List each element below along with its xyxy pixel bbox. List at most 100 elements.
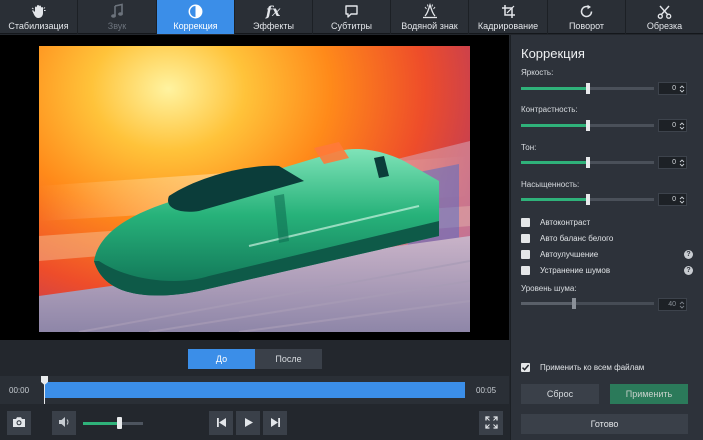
brightness-value-field[interactable]: 0 xyxy=(658,82,687,95)
check-label: Устранение шумов xyxy=(540,266,611,275)
spin-value: 0 xyxy=(672,122,676,129)
check-label: Применить ко всем файлам xyxy=(540,363,645,372)
tool-watermark[interactable]: Водяной знак xyxy=(391,0,469,34)
auto-white-balance-checkbox[interactable] xyxy=(521,234,530,243)
tool-audio[interactable]: Звук xyxy=(78,0,157,34)
spin-arrows-icon[interactable] xyxy=(678,158,685,168)
tool-rotate[interactable]: Поворот xyxy=(548,0,626,34)
spin-value: 0 xyxy=(672,159,676,166)
slider-knob[interactable] xyxy=(586,120,590,131)
spin-arrows-icon[interactable] xyxy=(678,195,685,205)
slider-knob[interactable] xyxy=(586,83,590,94)
crop-icon xyxy=(501,2,516,20)
play-button[interactable] xyxy=(236,411,260,435)
tool-subtitles[interactable]: Субтитры xyxy=(313,0,391,34)
auto-contrast-checkbox[interactable] xyxy=(521,218,530,227)
tool-label: Субтитры xyxy=(330,21,372,31)
help-icon[interactable]: ? xyxy=(684,250,693,259)
watermark-icon xyxy=(422,2,438,20)
brightness-label: Яркость: xyxy=(521,68,554,77)
slider-knob[interactable] xyxy=(586,194,590,205)
slider-fill xyxy=(521,302,574,305)
current-time: 00:00 xyxy=(9,386,30,395)
tool-label: Обрезка xyxy=(646,21,683,31)
slider-fill xyxy=(521,87,588,90)
spin-arrows-icon[interactable] xyxy=(678,121,685,131)
auto-enhance-checkbox[interactable] xyxy=(521,250,530,259)
hue-slider[interactable] xyxy=(521,157,654,168)
spin-arrows-icon[interactable] xyxy=(678,300,685,310)
before-button[interactable]: До xyxy=(188,349,255,369)
tool-label: Кадрирование xyxy=(477,21,539,31)
check-label: Автоконтраст xyxy=(540,218,591,227)
volume-slider[interactable] xyxy=(83,417,143,429)
slider-knob[interactable] xyxy=(586,157,590,168)
panel-title: Коррекция xyxy=(521,46,585,61)
apply-to-all-checkbox[interactable] xyxy=(521,363,530,372)
tool-correction[interactable]: Коррекция xyxy=(157,0,235,34)
next-frame-button[interactable] xyxy=(263,411,287,435)
help-icon[interactable]: ? xyxy=(684,266,693,275)
camera-icon xyxy=(12,416,26,430)
denoise-option[interactable]: Устранение шумов xyxy=(521,265,610,276)
apply-to-all-option[interactable]: Применить ко всем файлам xyxy=(521,363,644,372)
tool-stabilization[interactable]: Стабилизация xyxy=(0,0,78,34)
playback-controls xyxy=(0,404,509,440)
toolbar: Стабилизация Звук Коррекция fx Эффекты С… xyxy=(0,0,703,34)
speech-bubble-icon xyxy=(344,2,359,20)
saturation-value-field[interactable]: 0 xyxy=(658,193,687,206)
reset-button[interactable]: Сброс xyxy=(521,384,599,404)
volume-level xyxy=(83,422,119,425)
playhead-handle[interactable] xyxy=(41,376,48,404)
noise-level-slider[interactable] xyxy=(521,298,654,309)
correction-panel: Коррекция Яркость: 0 Контрастность: 0 То… xyxy=(510,35,703,440)
previous-frame-button[interactable] xyxy=(209,411,233,435)
after-button[interactable]: После xyxy=(255,349,322,369)
denoise-checkbox[interactable] xyxy=(521,266,530,275)
tool-trim[interactable]: Обрезка xyxy=(626,0,703,34)
rotate-icon xyxy=(579,2,594,20)
checkmark-icon xyxy=(521,364,530,371)
slider-fill xyxy=(521,161,588,164)
svg-text:fx: fx xyxy=(265,4,281,19)
tool-label: Звук xyxy=(107,21,127,31)
video-frame xyxy=(39,46,470,332)
auto-white-balance-option[interactable]: Авто баланс белого xyxy=(521,233,613,244)
brightness-slider[interactable] xyxy=(521,83,654,94)
volume-knob[interactable] xyxy=(117,417,122,429)
saturation-slider[interactable] xyxy=(521,194,654,205)
play-icon xyxy=(243,417,254,430)
tool-label: Стабилизация xyxy=(8,21,69,31)
auto-enhance-option[interactable]: Автоулучшение xyxy=(521,249,598,260)
tool-label: Водяной знак xyxy=(401,21,458,31)
tool-label: Коррекция xyxy=(173,21,218,31)
auto-contrast-option[interactable]: Автоконтраст xyxy=(521,217,590,228)
contrast-value-field[interactable]: 0 xyxy=(658,119,687,132)
fullscreen-icon xyxy=(484,415,498,431)
fullscreen-button[interactable] xyxy=(479,411,503,435)
train-image xyxy=(39,141,470,332)
tool-effects[interactable]: fx Эффекты xyxy=(235,0,313,34)
tool-label: Эффекты xyxy=(253,21,294,31)
spin-value: 0 xyxy=(672,85,676,92)
noise-level-value-field[interactable]: 40 xyxy=(658,298,687,311)
contrast-slider[interactable] xyxy=(521,120,654,131)
check-label: Автоулучшение xyxy=(540,250,599,259)
contrast-label: Контрастность: xyxy=(521,105,578,114)
volume-button[interactable] xyxy=(52,411,76,435)
noise-level-label: Уровень шума: xyxy=(521,284,577,293)
video-preview xyxy=(0,35,509,340)
fx-icon: fx xyxy=(265,2,283,20)
timeline-track[interactable] xyxy=(45,382,465,398)
hue-value-field[interactable]: 0 xyxy=(658,156,687,169)
slider-knob[interactable] xyxy=(572,298,576,309)
speaker-icon xyxy=(58,416,71,430)
skip-back-icon xyxy=(216,417,227,430)
spin-arrows-icon[interactable] xyxy=(678,84,685,94)
snapshot-button[interactable] xyxy=(7,411,31,435)
done-button[interactable]: Готово xyxy=(521,414,688,434)
scissors-icon xyxy=(657,2,672,20)
tool-crop[interactable]: Кадрирование xyxy=(469,0,548,34)
apply-button[interactable]: Применить xyxy=(610,384,688,404)
slider-fill xyxy=(521,198,588,201)
